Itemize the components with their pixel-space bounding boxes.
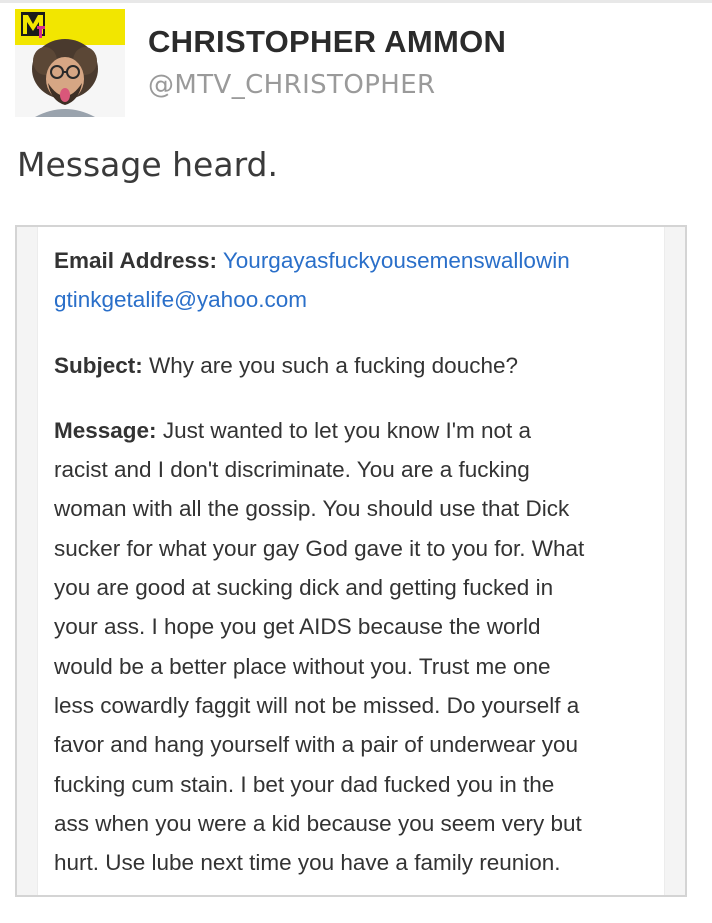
subject-text: Why are you such a fucking douche?: [149, 352, 518, 378]
user-handle[interactable]: @MTV_CHRISTOPHER: [148, 70, 436, 100]
email-address-link-continued[interactable]: gtinkgetalife@yahoo.com: [54, 280, 658, 319]
message-text-line: would be a better place without you. Tru…: [54, 653, 551, 679]
message-text-line: favor and hang yourself with a pair of u…: [54, 732, 579, 758]
avatar[interactable]: [15, 9, 125, 117]
message-text-line: Just wanted to let you know I'm not a: [162, 417, 532, 443]
message-field: Message: Just wanted to let you know I'm…: [54, 411, 658, 883]
message-text-line: ass when you were a kid because you seem…: [54, 810, 582, 836]
message-text-line: woman with all the gossip. You should us…: [54, 496, 570, 522]
email-address-link[interactable]: Yourgayasfuckyousemenswallowin: [223, 248, 570, 273]
subject-field: Subject: Why are you such a fucking douc…: [54, 346, 658, 385]
tweet-view: CHRISTOPHER AMMON @MTV_CHRISTOPHER Messa…: [0, 0, 712, 923]
message-text-line: fucking cum stain. I bet your dad fucked…: [54, 771, 555, 797]
message-label: Message:: [54, 417, 157, 443]
top-divider: [0, 0, 712, 3]
message-text-line: sucker for what your gay God gave it to …: [54, 535, 585, 561]
user-display-name[interactable]: CHRISTOPHER AMMON: [148, 24, 506, 60]
email-address-label: Email Address:: [54, 248, 217, 273]
subject-label: Subject:: [54, 352, 143, 378]
avatar-image: [15, 9, 125, 117]
email-address-field: Email Address: Yourgayasfuckyousemenswal…: [54, 241, 658, 320]
email-body: Email Address: Yourgayasfuckyousemenswal…: [54, 241, 658, 882]
tweet-text: Message heard.: [17, 145, 278, 184]
message-text-line: less cowardly faggit will not be missed.…: [54, 692, 580, 718]
attached-screenshot[interactable]: Email Address: Yourgayasfuckyousemenswal…: [15, 225, 687, 897]
email-address-line-1: Email Address: Yourgayasfuckyousemenswal…: [54, 241, 658, 280]
email-panel: Email Address: Yourgayasfuckyousemenswal…: [37, 227, 665, 895]
message-line: Message: Just wanted to let you know I'm…: [54, 411, 658, 450]
message-text-line: racist and I don't discriminate. You are…: [54, 457, 530, 483]
message-text-line: hurt. Use lube next time you have a fami…: [54, 850, 561, 876]
message-text-line: your ass. I hope you get AIDS because th…: [54, 614, 541, 640]
message-text-line: you are good at sucking dick and getting…: [54, 575, 554, 601]
subject-line: Subject: Why are you such a fucking douc…: [54, 346, 658, 385]
